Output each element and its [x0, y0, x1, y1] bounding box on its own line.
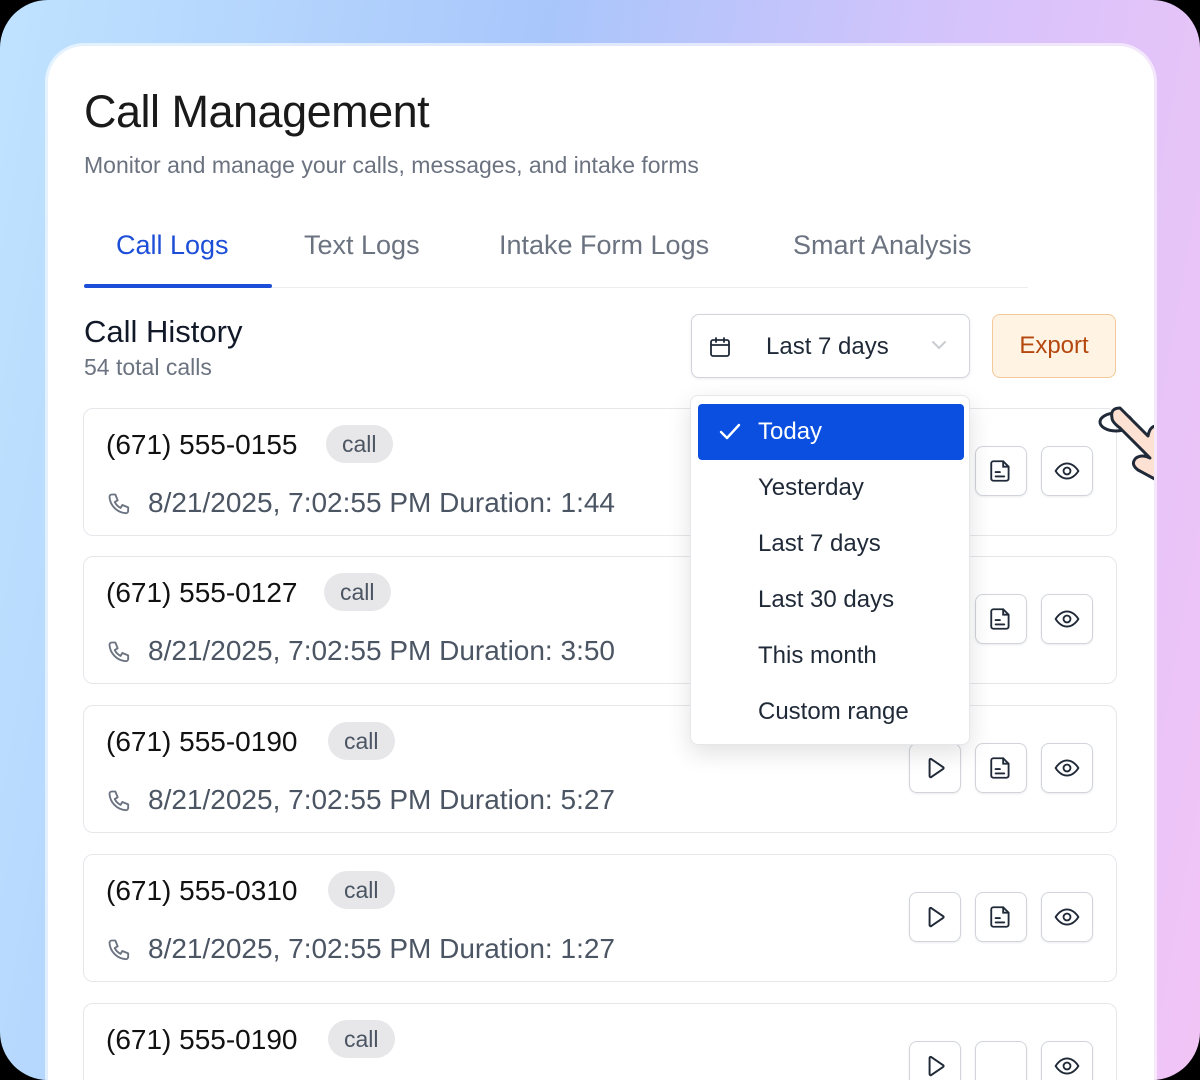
option-label: Custom range — [758, 698, 909, 725]
option-last-30-days[interactable]: Last 30 days — [698, 572, 964, 628]
view-button[interactable] — [1041, 446, 1093, 496]
view-button[interactable] — [1041, 892, 1093, 942]
call-phone-number: (671) 555-0155 — [106, 429, 298, 460]
eye-icon — [1054, 759, 1080, 777]
option-label: Last 30 days — [758, 586, 895, 613]
phone-icon — [108, 493, 130, 515]
page-title: Call Management — [84, 86, 430, 137]
call-type-badge: call — [328, 1020, 395, 1058]
transcript-icon — [990, 460, 1010, 482]
call-phone-number: (671) 555-0190 — [106, 726, 298, 757]
option-yesterday[interactable]: Yesterday — [698, 460, 964, 516]
active-tab-indicator — [84, 284, 272, 288]
call-phone-number: (671) 555-0310 — [106, 875, 298, 906]
call-management-card: Call Management Monitor and manage your … — [48, 46, 1154, 1080]
option-label: This month — [758, 642, 877, 669]
call-phone-number: (671) 555-0190 — [106, 1024, 298, 1055]
option-label: Today — [758, 418, 823, 445]
calendar-icon — [710, 337, 730, 357]
play-icon — [928, 757, 945, 779]
call-meta: 8/21/2025, 7:02:55 PM Duration: 1:27 — [148, 933, 615, 964]
play-button[interactable] — [909, 1041, 961, 1080]
eye-icon — [1054, 610, 1080, 628]
phone-icon — [108, 790, 130, 812]
view-button[interactable] — [1041, 1041, 1093, 1080]
transcript-button[interactable] — [975, 446, 1027, 496]
call-type-badge: call — [326, 425, 393, 463]
option-label: Yesterday — [758, 474, 864, 501]
tab-bar: Call Logs Text Logs Intake Form Logs Sma… — [84, 216, 1028, 288]
play-icon — [928, 906, 945, 928]
total-calls-count: 54 total calls — [84, 354, 212, 380]
phone-icon — [108, 939, 130, 961]
view-button[interactable] — [1041, 594, 1093, 644]
call-type-badge: call — [328, 722, 395, 760]
date-range-select[interactable]: Last 7 days — [691, 314, 970, 378]
eye-icon — [1054, 908, 1080, 926]
play-button[interactable] — [909, 743, 961, 793]
call-meta: 8/21/2025, 7:02:55 PM Duration: 1:44 — [148, 487, 615, 518]
view-button[interactable] — [1041, 743, 1093, 793]
transcript-button[interactable] — [975, 743, 1027, 793]
option-today[interactable]: Today — [698, 404, 964, 460]
tab-call-logs[interactable]: Call Logs — [116, 230, 229, 261]
eye-icon — [1054, 1057, 1080, 1075]
transcript-button[interactable] — [975, 892, 1027, 942]
date-range-dropdown: Today Yesterday Last 7 days Last 30 days… — [690, 395, 970, 745]
transcript-icon — [990, 906, 1010, 928]
option-label: Last 7 days — [758, 530, 881, 557]
checkmark-icon — [719, 423, 741, 440]
section-title: Call History — [84, 314, 243, 349]
call-meta: 8/21/2025, 7:02:55 PM Duration: 5:27 — [148, 784, 615, 815]
call-row[interactable]: (671) 555-0310 call 8/21/2025, 7:02:55 P… — [83, 854, 1117, 982]
option-last-7-days[interactable]: Last 7 days — [698, 516, 964, 572]
hand-pointer-icon — [1098, 406, 1154, 481]
page-subtitle: Monitor and manage your calls, messages,… — [84, 152, 699, 178]
transcript-button[interactable] — [975, 1041, 1027, 1080]
call-type-badge: call — [324, 573, 391, 611]
export-button[interactable]: Export — [992, 314, 1116, 378]
transcript-button[interactable] — [975, 594, 1027, 644]
call-phone-number: (671) 555-0127 — [106, 577, 298, 608]
phone-icon — [108, 641, 130, 663]
transcript-icon — [990, 608, 1010, 630]
date-range-value: Last 7 days — [766, 333, 889, 360]
tab-text-logs[interactable]: Text Logs — [304, 230, 420, 261]
chevron-down-icon — [932, 341, 946, 350]
background-frame: Call Management Monitor and manage your … — [0, 0, 1200, 1080]
option-this-month[interactable]: This month — [698, 628, 964, 684]
tab-intake-form-logs[interactable]: Intake Form Logs — [499, 230, 709, 261]
play-icon — [928, 1055, 945, 1077]
call-row[interactable]: (671) 555-0190 call — [83, 1003, 1117, 1080]
option-custom-range[interactable]: Custom range — [698, 684, 964, 740]
eye-icon — [1054, 462, 1080, 480]
play-button[interactable] — [909, 892, 961, 942]
tab-smart-analysis[interactable]: Smart Analysis — [793, 230, 972, 261]
call-meta: 8/21/2025, 7:02:55 PM Duration: 3:50 — [148, 635, 615, 666]
call-type-badge: call — [328, 871, 395, 909]
transcript-icon — [990, 757, 1010, 779]
